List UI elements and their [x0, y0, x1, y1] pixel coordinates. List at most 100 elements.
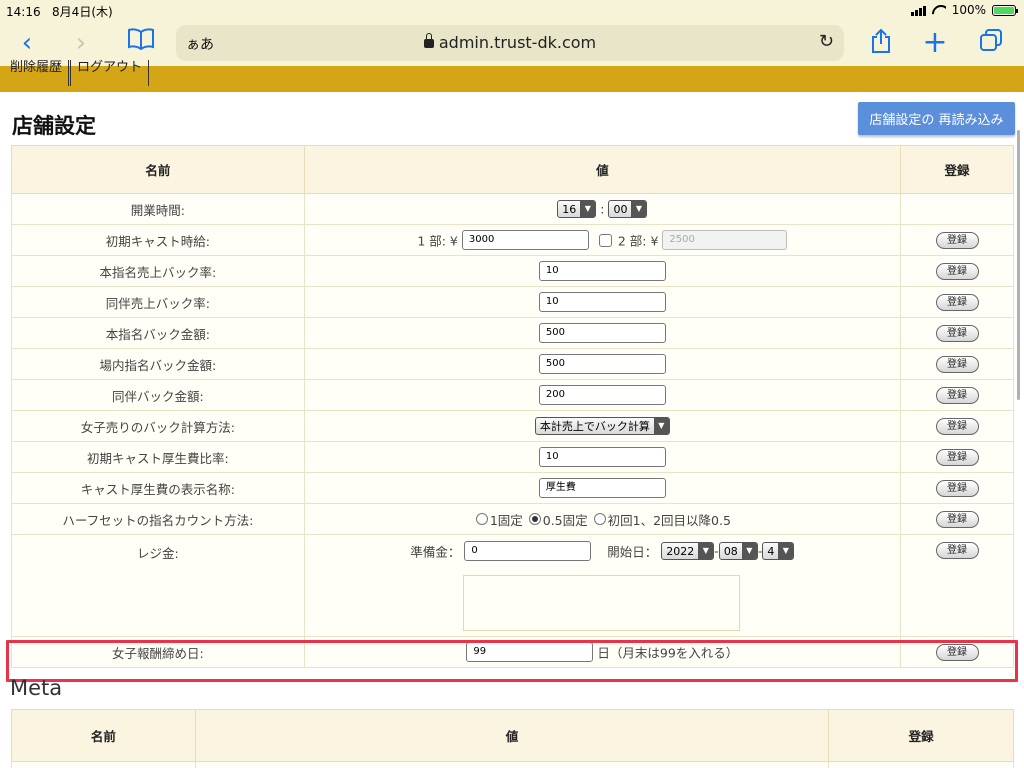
douhan-back-amount-input[interactable]: 200	[538, 385, 666, 405]
part2-checkbox[interactable]	[598, 233, 612, 247]
column-header-value: 値	[194, 709, 830, 762]
row-label: 本指名バック金額:	[11, 317, 305, 349]
nav-item-logout[interactable]: ログアウト	[70, 60, 150, 86]
site-nav: 削除履歴 ログアウト	[0, 60, 1024, 92]
part2-label: 2 部: ¥	[617, 233, 659, 249]
meta-section-title: Meta	[10, 676, 63, 700]
new-tab-icon[interactable]: +	[920, 28, 950, 58]
register-button[interactable]: 登録	[935, 479, 979, 497]
scrollbar[interactable]	[1017, 130, 1020, 400]
browser-toolbar: ‹ › ぁあ admin.trust-dk.com ↻ +	[0, 22, 1024, 66]
chevron-down-icon: ▼	[698, 543, 714, 559]
welfare-name-input[interactable]: 厚生費	[538, 478, 666, 498]
table-row: 本指名バック金額: 500 登録	[11, 317, 1014, 349]
start-month-select[interactable]: 08 ▼	[718, 542, 758, 560]
column-header-register: 登録	[828, 709, 1014, 762]
table-row: キャスト厚生費の表示名称: 厚生費 登録	[11, 472, 1014, 504]
row-label: 場内指名バック金額:	[11, 348, 305, 380]
radio-fixed-0-5[interactable]	[528, 513, 541, 525]
douhan-back-rate-input[interactable]: 10	[538, 292, 666, 312]
row-label: レジ金:	[11, 534, 305, 637]
part2-wage-input[interactable]: 2500	[662, 230, 788, 250]
house-nomination-back-amount-input[interactable]: 500	[538, 354, 666, 374]
register-cash-memo-textarea[interactable]	[463, 575, 740, 631]
girl-sales-method-select[interactable]: 本計売上でバック計算 ▼	[534, 417, 670, 435]
part1-label: 1 部: ¥	[417, 233, 458, 249]
table-header: 名前 値 登録	[11, 709, 1014, 762]
status-right: 100%	[910, 3, 1018, 17]
forward-icon[interactable]: ›	[66, 28, 96, 58]
table-row: 場内指名バック金額: 500 登録	[11, 348, 1014, 380]
part1-wage-input[interactable]: 3000	[461, 230, 589, 250]
table-row: 女子売りのバック計算方法: 本計売上でバック計算 ▼ 登録	[11, 410, 1014, 442]
highlight-box	[6, 640, 1018, 682]
page-title: 店舗設定	[12, 114, 96, 138]
reload-settings-button[interactable]: 店舗設定の 再読み込み	[858, 102, 1015, 135]
row-label: 初期キャスト厚生費比率:	[11, 441, 305, 473]
start-date-label: 開始日：	[607, 544, 658, 560]
nav-item-delete-history[interactable]: 削除履歴	[4, 60, 70, 86]
table-row: 初期キャスト厚生費比率: 10 登録	[11, 441, 1014, 473]
register-button[interactable]: 登録	[935, 417, 979, 435]
row-label: 女子売りのバック計算方法:	[11, 410, 305, 442]
register-button[interactable]: 登録	[935, 355, 979, 373]
tabs-icon[interactable]	[976, 28, 1006, 58]
row-label: ハーフセットの指名カウント方法:	[11, 503, 305, 535]
back-icon[interactable]: ‹	[12, 28, 42, 58]
table-row: 開業時間: 16 ▼ : 00 ▼	[11, 193, 1014, 225]
radio-first-1-then-0-5[interactable]	[593, 513, 606, 525]
column-header-register: 登録	[900, 145, 1014, 194]
chevron-down-icon: ▼	[741, 543, 757, 559]
register-button[interactable]: 登録	[935, 293, 979, 311]
address-bar[interactable]: ぁあ admin.trust-dk.com ↻	[176, 25, 844, 61]
row-label: 同伴バック金額:	[11, 379, 305, 411]
table-row: 同伴売上バック率: 10 登録	[11, 286, 1014, 318]
table-header: 名前 値 登録	[11, 145, 1014, 194]
register-button[interactable]: 登録	[935, 262, 979, 280]
bookmarks-icon[interactable]	[126, 28, 156, 58]
battery-percent: 100%	[951, 3, 986, 17]
status-time: 14:16 8月4日(木)	[6, 5, 113, 19]
register-button[interactable]: 登録	[935, 324, 979, 342]
radio-fixed-1[interactable]	[475, 513, 488, 525]
meta-table: 名前 値 登録	[11, 709, 1014, 768]
register-button[interactable]: 登録	[935, 542, 979, 559]
register-button[interactable]: 登録	[935, 386, 979, 404]
register-button[interactable]: 登録	[935, 231, 979, 249]
reserve-label: 準備金：	[410, 544, 461, 560]
register-button[interactable]: 登録	[935, 510, 979, 528]
start-day-select[interactable]: 4 ▼	[762, 542, 795, 560]
chevron-down-icon: ▼	[631, 201, 647, 217]
battery-icon	[992, 4, 1018, 16]
url-text: admin.trust-dk.com	[176, 33, 844, 52]
row-label: キャスト厚生費の表示名称:	[11, 472, 305, 504]
table-row	[11, 761, 1014, 768]
table-row: 初期キャスト時給: 1 部: ¥ 3000 2 部: ¥ 2500 登録	[11, 224, 1014, 256]
open-minute-select[interactable]: 00 ▼	[608, 200, 648, 218]
column-header-value: 値	[303, 145, 902, 194]
table-row: 同伴バック金額: 200 登録	[11, 379, 1014, 411]
welfare-ratio-input[interactable]: 10	[538, 447, 666, 467]
nomination-back-rate-input[interactable]: 10	[538, 261, 666, 281]
reserve-input[interactable]: 0	[464, 541, 592, 561]
column-header-name: 名前	[11, 709, 196, 762]
row-label: 開業時間:	[11, 193, 305, 225]
table-row: ハーフセットの指名カウント方法: 1固定 0.5固定 初回1、2回目以降0.5 …	[11, 503, 1014, 535]
open-hour-select[interactable]: 16 ▼	[557, 200, 597, 218]
row-label: 初期キャスト時給:	[11, 224, 305, 256]
nomination-back-amount-input[interactable]: 500	[538, 323, 666, 343]
column-header-name: 名前	[11, 145, 305, 194]
row-label: 同伴売上バック率:	[11, 286, 305, 318]
row-label: 本指名売上バック率:	[11, 255, 305, 287]
signal-icon	[910, 5, 926, 16]
chevron-down-icon: ▼	[653, 418, 669, 434]
share-icon[interactable]	[866, 28, 896, 58]
status-bar: 14:16 8月4日(木) 100%	[0, 0, 1024, 22]
wifi-icon	[932, 5, 946, 15]
register-button[interactable]: 登録	[935, 448, 979, 466]
lock-icon	[423, 33, 434, 48]
chevron-down-icon: ▼	[580, 201, 596, 217]
chevron-down-icon: ▼	[778, 543, 794, 559]
reload-icon[interactable]: ↻	[819, 31, 834, 52]
start-year-select[interactable]: 2022 ▼	[661, 542, 715, 560]
